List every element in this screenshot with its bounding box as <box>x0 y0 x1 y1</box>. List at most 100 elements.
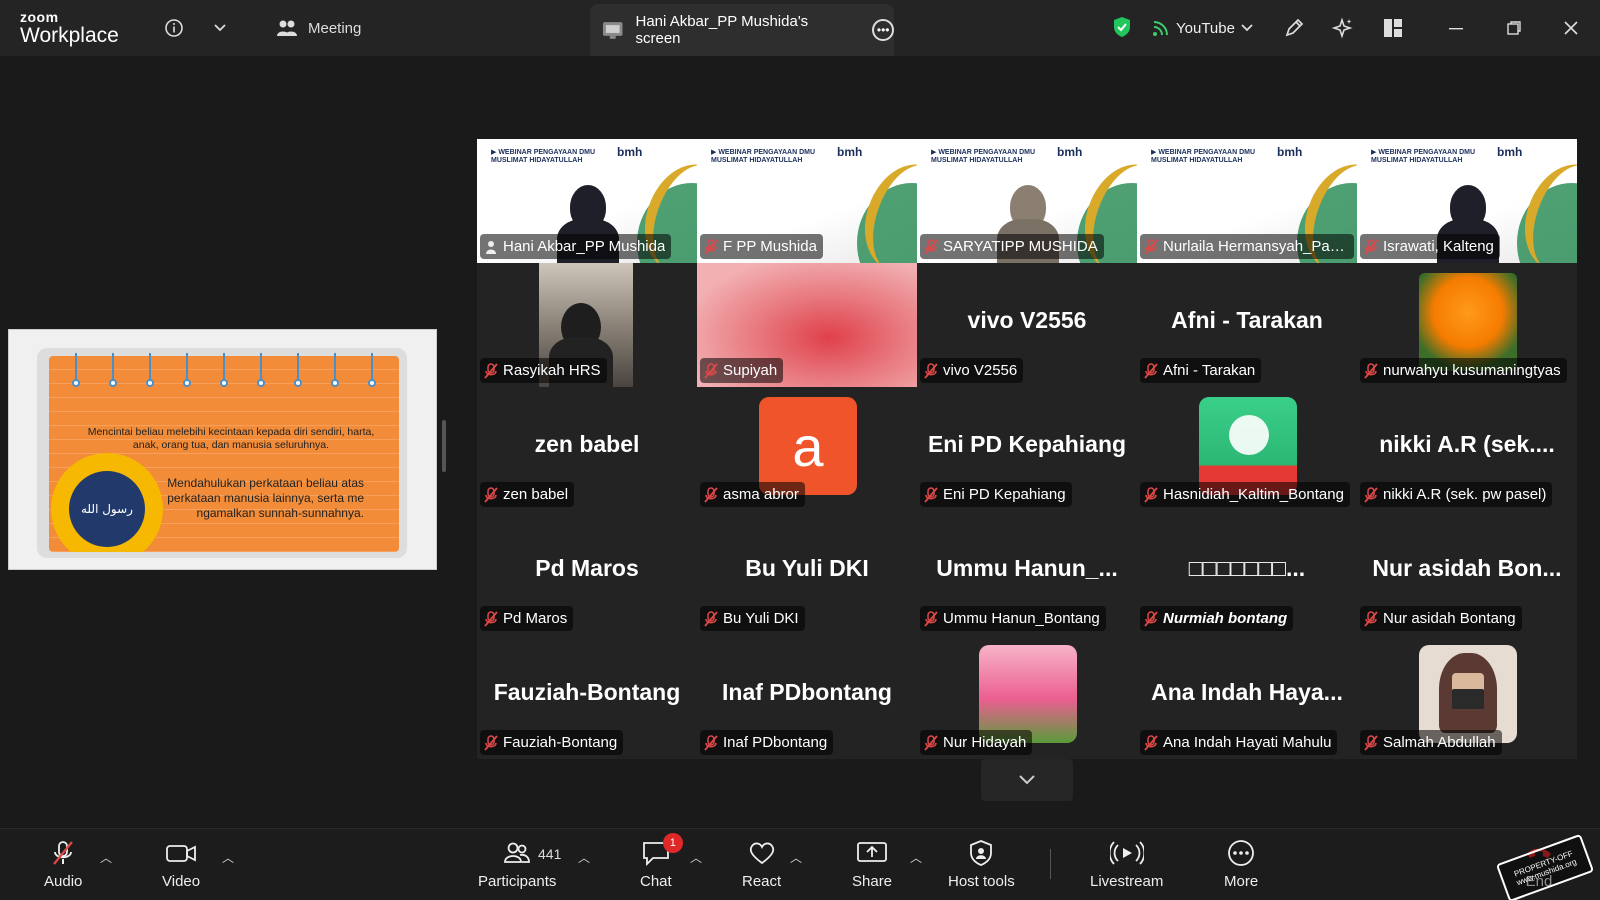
more-options-icon[interactable]: ••• <box>872 19 894 41</box>
mic-muted-icon <box>1364 734 1378 751</box>
tulips-avatar <box>979 645 1077 743</box>
participant-name-label: Nur Hidayah <box>920 730 1033 755</box>
participant-name: nikki A.R (sek. pw pasel) <box>1383 486 1547 503</box>
view-layout-icon[interactable] <box>1379 14 1407 42</box>
participant-tile[interactable]: Salmah Abdullah <box>1357 635 1577 759</box>
meeting-button[interactable]: Meeting <box>276 14 361 42</box>
audio-options-caret[interactable]: ︿ <box>100 849 112 866</box>
video-button[interactable]: Video <box>162 839 200 890</box>
info-icon[interactable] <box>160 14 188 42</box>
participants-label: Participants <box>478 873 557 890</box>
participant-name: Salmah Abdullah <box>1383 734 1496 751</box>
scroll-down-button[interactable] <box>981 759 1073 801</box>
chevron-down-icon <box>1241 24 1253 32</box>
react-button[interactable]: React <box>742 839 781 890</box>
host-tools-button[interactable]: Host tools <box>948 839 1015 890</box>
participant-name-label: Inaf PDbontang <box>700 730 834 755</box>
participants-count: 441 <box>538 846 562 862</box>
participant-name: F PP Mushida <box>723 238 817 255</box>
mic-muted-icon <box>924 486 938 503</box>
microphone-muted-icon <box>53 841 74 865</box>
participant-tile[interactable]: Nur Hidayah <box>917 635 1137 759</box>
chat-label: Chat <box>640 873 672 890</box>
participant-tile[interactable]: Pd Maros Pd Maros <box>477 511 697 635</box>
participant-tile[interactable]: Hasnidiah_Kaltim_Bontang <box>1137 387 1357 511</box>
chat-button[interactable]: 1 Chat <box>640 833 683 890</box>
close-icon[interactable] <box>1557 14 1585 42</box>
participants-options-caret[interactable]: ︿ <box>578 849 590 866</box>
participant-name: vivo V2556 <box>943 362 1018 379</box>
participant-name-label: Hasnidiah_Kaltim_Bontang <box>1140 482 1350 507</box>
participant-name-label: vivo V2556 <box>920 358 1024 383</box>
participant-tile[interactable]: Fauziah-Bontang Fauziah-Bontang <box>477 635 697 759</box>
participant-name: Rasyikah HRS <box>503 362 601 379</box>
livestream-button[interactable]: Livestream <box>1090 839 1163 890</box>
participant-tile[interactable]: a asma abror <box>697 387 917 511</box>
participant-tile[interactable]: nikki A.R (sek.... nikki A.R (sek. pw pas… <box>1357 387 1577 511</box>
participant-tile[interactable]: ▶ WEBINAR PENGAYAAN DMU MUSLIMAT HIDAYATU… <box>477 139 697 263</box>
chat-unread-badge: 1 <box>662 833 683 853</box>
participant-tile[interactable]: ▶ WEBINAR PENGAYAAN DMU MUSLIMAT HIDAYATU… <box>1137 139 1357 263</box>
participant-tile[interactable]: ▶ WEBINAR PENGAYAAN DMU MUSLIMAT HIDAYATU… <box>697 139 917 263</box>
minimize-icon[interactable] <box>1442 14 1470 42</box>
share-button[interactable]: Share <box>852 839 892 890</box>
mic-muted-icon <box>704 362 718 379</box>
annotate-pen-icon[interactable] <box>1280 14 1308 42</box>
participant-tile[interactable]: ▶ WEBINAR PENGAYAAN DMU MUSLIMAT HIDAYATU… <box>1357 139 1577 263</box>
split-view-handle[interactable] <box>442 420 446 472</box>
participant-tile[interactable]: Ummu Hanun_... Ummu Hanun_Bontang <box>917 511 1137 635</box>
toolbar-separator <box>1050 849 1051 879</box>
participant-tile[interactable]: Ana Indah Haya... Ana Indah Hayati Mahulu <box>1137 635 1357 759</box>
participant-tile[interactable]: Afni - Tarakan Afni - Tarakan <box>1137 263 1357 387</box>
host-tools-label: Host tools <box>948 873 1015 890</box>
mic-muted-icon <box>484 486 498 503</box>
avatar-letter: a <box>792 414 824 478</box>
video-options-caret[interactable]: ︿ <box>222 849 234 866</box>
ai-sparkle-icon[interactable] <box>1329 14 1357 42</box>
livestream-status-button[interactable]: YouTube <box>1152 14 1253 42</box>
audio-button[interactable]: Audio <box>44 839 82 890</box>
participant-name: Nurmiah bontang <box>1163 610 1288 627</box>
more-button[interactable]: More <box>1224 839 1258 890</box>
participant-name-label: Eni PD Kepahiang <box>920 482 1072 507</box>
participant-tile[interactable]: Rasyikah HRS <box>477 263 697 387</box>
notebook-graphic: Mencintai beliau melebihi kecintaan kepa… <box>37 348 407 558</box>
react-options-caret[interactable]: ︿ <box>790 849 802 866</box>
chevron-down-icon[interactable] <box>206 14 234 42</box>
participant-tile[interactable]: Bu Yuli DKI Bu Yuli DKI <box>697 511 917 635</box>
chat-options-caret[interactable]: ︿ <box>690 849 702 866</box>
participant-tile[interactable]: Supiyah <box>697 263 917 387</box>
participant-tile[interactable]: vivo V2556 vivo V2556 <box>917 263 1137 387</box>
participant-display-name: nikki A.R (sek.... <box>1379 431 1555 457</box>
restore-icon[interactable] <box>1500 14 1528 42</box>
shared-screen-tab[interactable]: Hani Akbar_PP Mushida's screen ••• <box>590 4 894 56</box>
participant-tile[interactable]: □□□□□□□... Nurmiah bontang <box>1137 511 1357 635</box>
participant-tile[interactable]: nurwahyu kusumaningtyas <box>1357 263 1577 387</box>
participant-name: Hani Akbar_PP Mushida <box>503 238 666 255</box>
top-bar: zoom Workplace Meeting Hani Akbar_PP Mus… <box>0 0 1600 56</box>
logo-line2: Workplace <box>20 24 119 47</box>
react-label: React <box>742 873 782 890</box>
security-shield-icon[interactable] <box>1112 16 1132 43</box>
more-icon <box>1228 840 1254 866</box>
mic-muted-icon <box>1364 238 1378 255</box>
participant-name: Supiyah <box>723 362 778 379</box>
participant-tile[interactable]: Eni PD Kepahiang Eni PD Kepahiang <box>917 387 1137 511</box>
participant-tile[interactable]: Inaf PDbontang Inaf PDbontang <box>697 635 917 759</box>
participant-name-label: nikki A.R (sek. pw pasel) <box>1360 482 1553 507</box>
share-options-caret[interactable]: ︿ <box>910 849 922 866</box>
participant-name-label: Israwati, Kalteng <box>1360 234 1500 259</box>
mic-muted-icon <box>1144 362 1158 379</box>
participant-name-label: Ummu Hanun_Bontang <box>920 606 1106 631</box>
participant-display-name: Bu Yuli DKI <box>745 555 869 581</box>
participant-name: Nur asidah Bontang <box>1383 610 1516 627</box>
participant-tile[interactable]: zen babel zen babel <box>477 387 697 511</box>
participant-tile[interactable]: ▶ WEBINAR PENGAYAAN DMU MUSLIMAT HIDAYATU… <box>917 139 1137 263</box>
mic-muted-icon <box>1144 734 1158 751</box>
participant-name: Pd Maros <box>503 610 568 627</box>
participant-name-label: Bu Yuli DKI <box>700 606 805 631</box>
participants-icon <box>504 842 531 863</box>
participant-name-label: Hani Akbar_PP Mushida <box>480 234 672 259</box>
participant-name: Ummu Hanun_Bontang <box>943 610 1100 627</box>
participant-tile[interactable]: Nur asidah Bon... Nur asidah Bontang <box>1357 511 1577 635</box>
